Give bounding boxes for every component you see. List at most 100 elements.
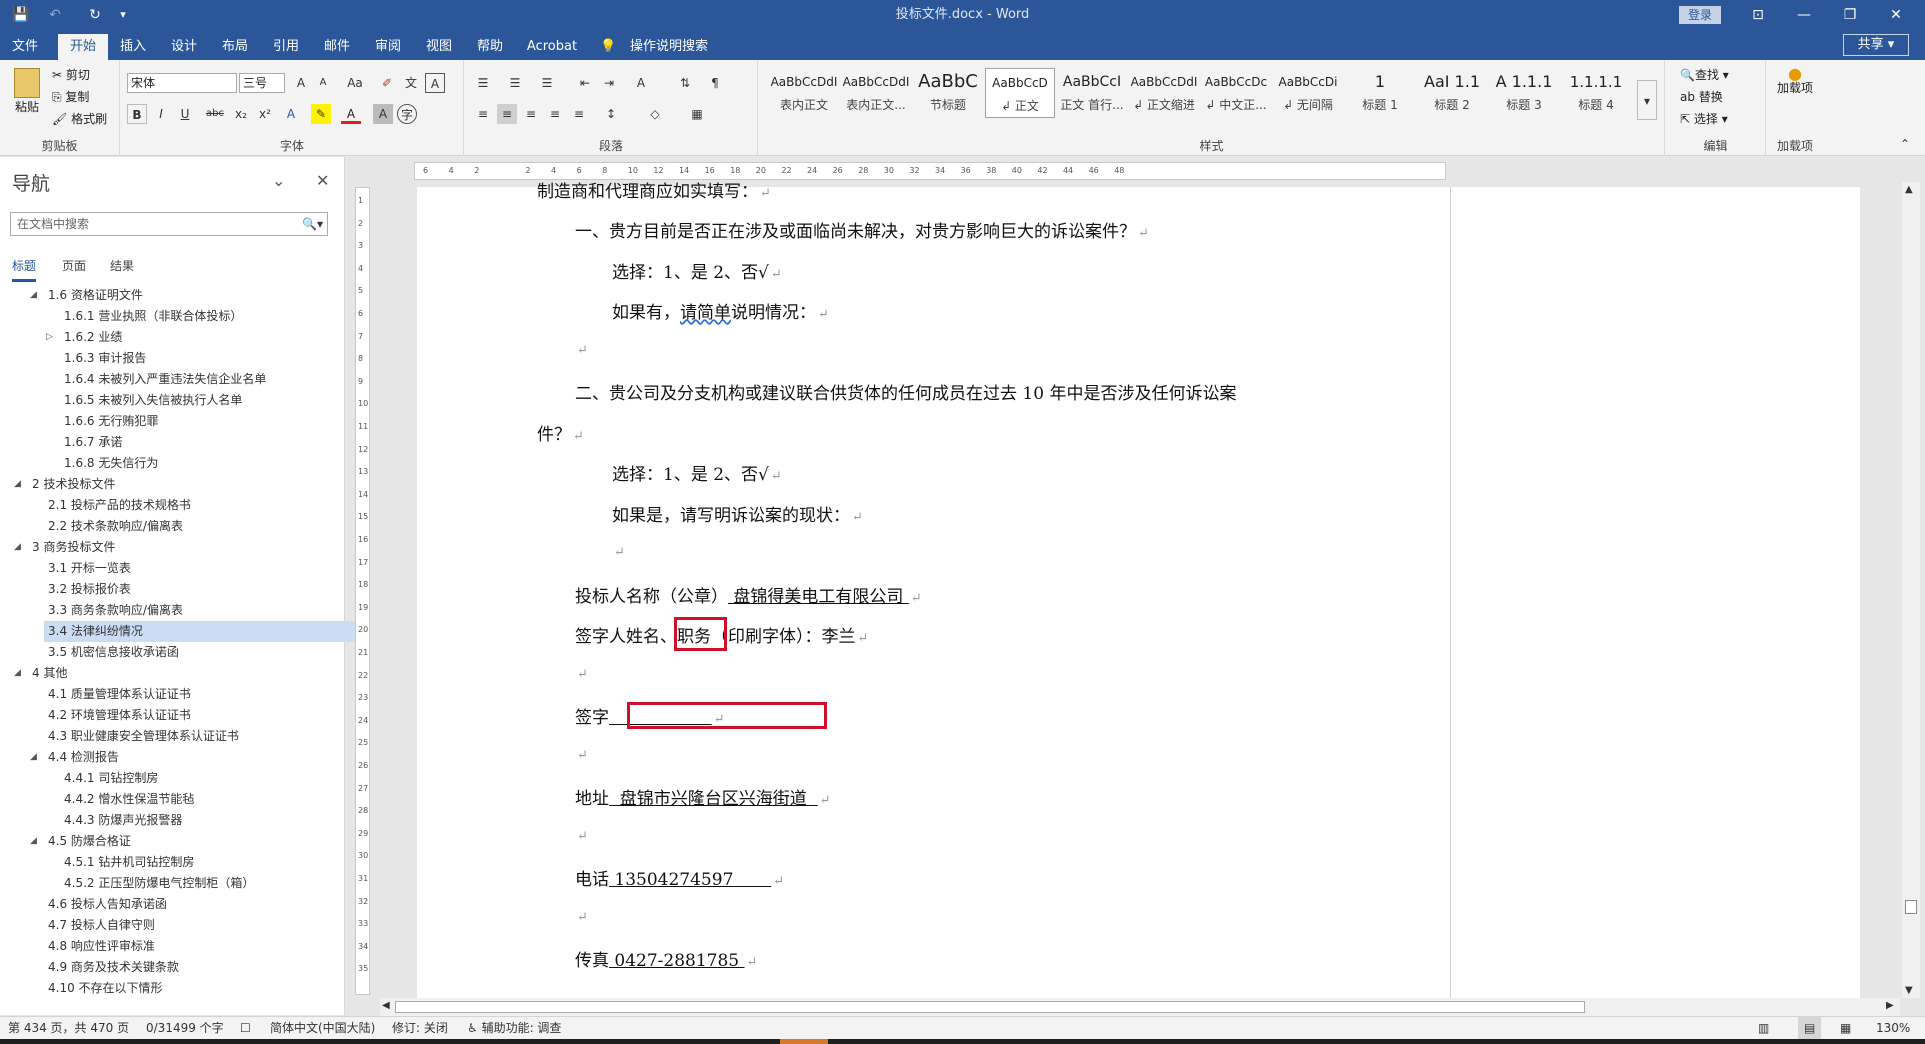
doc-paragraph[interactable]: 一、贵方目前是否正在涉及或面临尚未解决，对贵方影响巨大的诉讼案件？ ↵ <box>575 217 1149 242</box>
nav-heading-item[interactable]: ◢ 2 技术投标文件 <box>0 474 320 495</box>
doc-paragraph[interactable]: 选择：1、是 2、否√ ↵ <box>612 258 782 283</box>
doc-paragraph[interactable]: 传真 0427-2881785 ↵ <box>575 946 757 971</box>
nav-tab-headings[interactable]: 标题 <box>12 257 37 282</box>
collapse-arrow-icon[interactable]: ◢ <box>14 537 21 558</box>
tab-review[interactable]: 审阅 <box>367 34 409 60</box>
chevron-down-icon[interactable]: ⌄ <box>272 171 285 190</box>
nav-heading-item[interactable]: 4.6 投标人告知承诺函 <box>0 894 320 915</box>
strikethrough-button[interactable]: abc <box>201 104 229 124</box>
document-area[interactable]: 制造商和代理商应如实填写： ↵ 一、贵方目前是否正在涉及或面临尚未解决，对贵方影响… <box>374 182 1902 998</box>
nav-tab-results[interactable]: 结果 <box>110 257 134 274</box>
tab-references[interactable]: 引用 <box>265 34 307 60</box>
styles-more-icon[interactable]: ▾ <box>1637 80 1657 120</box>
char-shading-icon[interactable]: A <box>373 104 393 124</box>
doc-paragraph[interactable]: 制造商和代理商应如实填写： ↵ <box>537 182 771 202</box>
format-painter-button[interactable]: 🖌 格式刷 <box>52 110 107 128</box>
collapse-arrow-icon[interactable]: ◢ <box>14 663 21 684</box>
doc-paragraph[interactable]: 如果有，请简单说明情况： ↵ <box>612 298 829 323</box>
doc-empty-paragraph[interactable]: ↵ <box>575 663 588 683</box>
align-left-icon[interactable]: ≡ <box>473 104 493 124</box>
scroll-left-icon[interactable]: ◀ <box>382 1000 390 1011</box>
nav-heading-item[interactable]: 1.6.5 未被列入失信被执行人名单 <box>0 390 320 411</box>
doc-paragraph[interactable]: 电话 13504274597 ↵ <box>575 865 784 890</box>
tab-mailings[interactable]: 邮件 <box>316 34 358 60</box>
minimize-icon[interactable]: — <box>1781 0 1827 30</box>
increase-indent-icon[interactable]: ⇥ <box>599 73 619 93</box>
print-layout-icon[interactable]: ▤ <box>1798 1017 1822 1039</box>
language-indicator[interactable]: 简体中文(中国大陆) <box>270 1017 375 1039</box>
doc-paragraph[interactable]: 地址 盘锦市兴隆台区兴海街道 ↵ <box>575 784 831 809</box>
style-item[interactable]: AaI 1.1 标题 2 <box>1417 68 1487 118</box>
customize-quick-access-icon[interactable]: ▾ <box>110 4 136 26</box>
style-item[interactable]: A 1.1.1 标题 3 <box>1489 68 1559 118</box>
page-count[interactable]: 第 434 页，共 470 页 <box>8 1017 129 1039</box>
login-button[interactable]: 登录 <box>1679 6 1721 24</box>
style-item[interactable]: 1 标题 1 <box>1345 68 1415 118</box>
proofing-icon[interactable]: ☐ <box>240 1017 251 1039</box>
nav-heading-item[interactable]: 3.3 商务条款响应/偏离表 <box>0 600 320 621</box>
tab-home[interactable]: 开始 <box>58 34 108 60</box>
vertical-ruler[interactable]: 1 2 3 4 5 6 7 8 9 10 11 12 13 14 15 16 17 18 19 20 21 22 23 24 2… <box>355 187 370 995</box>
scroll-down-icon[interactable]: ▼ <box>1905 985 1913 996</box>
font-color-icon[interactable]: A <box>341 104 361 124</box>
style-item[interactable]: AaBbCcDdI 表内正文... <box>841 68 911 118</box>
tab-design[interactable]: 设计 <box>163 34 205 60</box>
track-changes-status[interactable]: 修订: 关闭 <box>392 1017 448 1039</box>
save-icon[interactable]: 💾 <box>8 4 34 26</box>
nav-heading-item[interactable]: 4.10 不存在以下情形 <box>0 978 320 999</box>
zoom-level[interactable]: 130% <box>1876 1017 1910 1039</box>
nav-heading-item[interactable]: 4.4.2 憎水性保温节能毡 <box>0 789 320 810</box>
doc-paragraph[interactable]: 二、贵公司及分支机构或建议联合供货体的任何成员在过去 10 年中是否涉及任何诉讼… <box>575 379 1236 404</box>
clear-format-icon[interactable]: ✐ <box>377 73 397 93</box>
nav-heading-item[interactable]: 4.4.3 防爆声光报警器 <box>0 810 320 831</box>
subscript-button[interactable]: x₂ <box>231 104 251 124</box>
collapse-arrow-icon[interactable]: ◢ <box>30 831 37 852</box>
nav-heading-item[interactable]: 4.7 投标人自律守则 <box>0 915 320 936</box>
doc-empty-paragraph[interactable]: ↵ <box>575 744 588 764</box>
shading-icon[interactable]: ◇ <box>645 104 665 124</box>
scroll-up-icon[interactable]: ▲ <box>1905 184 1913 195</box>
horizontal-scroll-thumb[interactable] <box>395 1001 1585 1013</box>
tab-layout[interactable]: 布局 <box>214 34 256 60</box>
restore-icon[interactable]: ❐ <box>1827 0 1873 30</box>
find-button[interactable]: 🔍查找 ▾ <box>1680 66 1729 84</box>
nav-heading-item[interactable]: 2.1 投标产品的技术规格书 <box>0 495 320 516</box>
justify-icon[interactable]: ≡ <box>545 104 565 124</box>
nav-heading-item[interactable]: 4.8 响应性评审标准 <box>0 936 320 957</box>
undo-icon[interactable]: ↶ <box>42 4 68 26</box>
bullets-icon[interactable]: ☰ <box>473 73 493 93</box>
web-layout-icon[interactable]: ▦ <box>1840 1017 1851 1039</box>
collapse-arrow-icon[interactable]: ◢ <box>30 285 37 306</box>
style-item-normal[interactable]: AaBbCcD ↲ 正文 <box>985 68 1055 118</box>
vertical-scrollbar[interactable]: ▲ ▼ <box>1902 182 1920 998</box>
expand-arrow-icon[interactable]: ▷ <box>46 327 53 348</box>
font-name-combo[interactable]: 宋体 <box>127 73 237 93</box>
doc-paragraph[interactable]: 选择：1、是 2、否√ ↵ <box>612 460 782 485</box>
nav-heading-item[interactable]: 3.5 机密信息接收承诺函 <box>0 642 320 663</box>
underline-button[interactable]: U <box>175 104 195 124</box>
borders-icon[interactable]: ▦ <box>687 104 707 124</box>
horizontal-scrollbar[interactable]: ◀ ▶ <box>380 998 1900 1016</box>
nav-heading-item[interactable]: 4.9 商务及技术关键条款 <box>0 957 320 978</box>
style-item[interactable]: AaBbCcDdI 表内正文 <box>769 68 839 118</box>
tab-insert[interactable]: 插入 <box>112 34 154 60</box>
nav-heading-item[interactable]: 1.6.1 营业执照（非联合体投标） <box>0 306 320 327</box>
shrink-font-icon[interactable]: A <box>313 73 333 93</box>
addins-button[interactable]: ● 加载项 <box>1771 66 1819 96</box>
select-button[interactable]: ⇱ 选择 ▾ <box>1680 110 1728 128</box>
tell-me-search[interactable]: 操作说明搜索 <box>624 34 714 60</box>
multilevel-list-icon[interactable]: ☰ <box>537 73 557 93</box>
document-page[interactable]: 制造商和代理商应如实填写： ↵ 一、贵方目前是否正在涉及或面临尚未解决，对贵方影响… <box>417 182 1860 998</box>
line-spacing-icon[interactable]: ↕ <box>601 104 621 124</box>
nav-heading-item[interactable]: ◢ 4.5 防爆合格证 <box>0 831 320 852</box>
doc-empty-paragraph[interactable]: ↵ <box>575 339 588 359</box>
cut-button[interactable]: ✂ 剪切 <box>52 66 90 84</box>
search-icon[interactable]: 🔍▾ <box>302 213 323 235</box>
decrease-indent-icon[interactable]: ⇤ <box>575 73 595 93</box>
enclose-char-icon[interactable]: 字 <box>397 104 417 124</box>
collapse-arrow-icon[interactable]: ◢ <box>14 474 21 495</box>
style-item[interactable]: 1.1.1.1 标题 4 <box>1561 68 1631 118</box>
nav-heading-item[interactable]: 4.5.2 正压型防爆电气控制柜（箱） <box>0 873 320 894</box>
highlight-icon[interactable]: ✎ <box>311 104 331 124</box>
nav-heading-item[interactable]: 1.6.6 无行贿犯罪 <box>0 411 320 432</box>
